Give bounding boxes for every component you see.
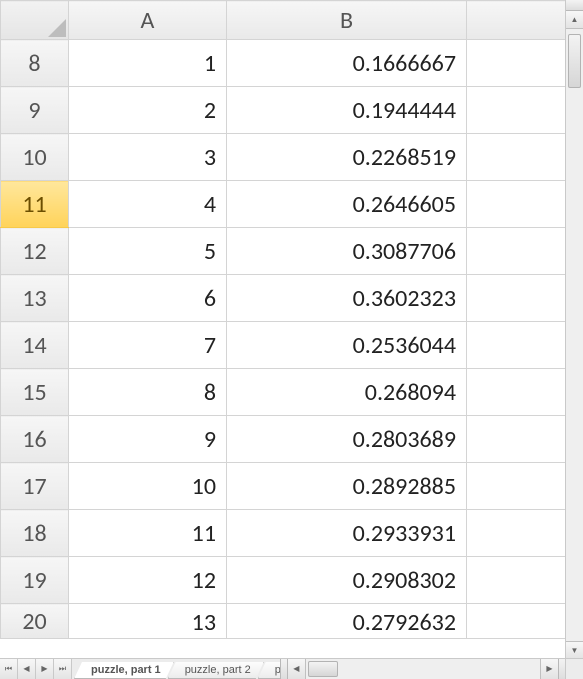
sheet-tabs: puzzle, part 1 puzzle, part 2 p — [72, 659, 280, 679]
cell-A20[interactable]: 13 — [69, 604, 227, 639]
cell-B9[interactable]: 0.1944444 — [227, 87, 467, 134]
cell-B16[interactable]: 0.2803689 — [227, 416, 467, 463]
row-header-20[interactable]: 20 — [1, 604, 69, 639]
scroll-down-button[interactable]: ▼ — [566, 641, 583, 659]
col-header-A[interactable]: A — [69, 1, 227, 40]
nav-first-icon: ⏮ — [5, 665, 12, 673]
cell-A11[interactable]: 4 — [69, 181, 227, 228]
tab-nav-next[interactable]: ▶ — [36, 659, 54, 679]
scroll-up-button[interactable]: ▲ — [566, 11, 583, 29]
scroll-corner — [565, 659, 583, 679]
cell-B8[interactable]: 0.1666667 — [227, 40, 467, 87]
row-header-17[interactable]: 17 — [1, 463, 69, 510]
cell-C19[interactable] — [467, 557, 567, 604]
triangle-right-icon: ▶ — [546, 665, 552, 673]
col-header-B[interactable]: B — [227, 1, 467, 40]
cell-A15[interactable]: 8 — [69, 369, 227, 416]
cell-B20[interactable]: 0.2792632 — [227, 604, 467, 639]
vertical-scroll-thumb[interactable] — [568, 34, 581, 88]
scroll-right-button[interactable]: ▶ — [540, 659, 558, 679]
col-header-partial[interactable] — [467, 1, 567, 40]
cell-A8[interactable]: 1 — [69, 40, 227, 87]
triangle-down-icon: ▼ — [571, 647, 579, 655]
row-header-14[interactable]: 14 — [1, 322, 69, 369]
cell-C18[interactable] — [467, 510, 567, 557]
cell-B11[interactable]: 0.2646605 — [227, 181, 467, 228]
tab-nav-last[interactable]: ⏭ — [54, 659, 72, 679]
row-header-9[interactable]: 9 — [1, 87, 69, 134]
horizontal-scroll-track[interactable] — [306, 659, 540, 679]
cell-A16[interactable]: 9 — [69, 416, 227, 463]
cell-C17[interactable] — [467, 463, 567, 510]
cell-B10[interactable]: 0.2268519 — [227, 134, 467, 181]
cell-B15[interactable]: 0.268094 — [227, 369, 467, 416]
cell-C20[interactable] — [467, 604, 567, 639]
vertical-scrollbar[interactable]: ▲ ▼ — [565, 0, 583, 659]
tab-nav-prev[interactable]: ◀ — [18, 659, 36, 679]
cell-A14[interactable]: 7 — [69, 322, 227, 369]
row-header-11[interactable]: 11 — [1, 181, 69, 228]
cell-B14[interactable]: 0.2536044 — [227, 322, 467, 369]
cell-B13[interactable]: 0.3602323 — [227, 275, 467, 322]
cell-A10[interactable]: 3 — [69, 134, 227, 181]
horizontal-split-handle[interactable] — [558, 659, 565, 679]
cell-B12[interactable]: 0.3087706 — [227, 228, 467, 275]
cell-C15[interactable] — [467, 369, 567, 416]
row-header-13[interactable]: 13 — [1, 275, 69, 322]
row-header-12[interactable]: 12 — [1, 228, 69, 275]
sheet-tab-nav: ⏮ ◀ ▶ ⏭ — [0, 659, 72, 679]
row-header-15[interactable]: 15 — [1, 369, 69, 416]
select-all-triangle-icon — [48, 19, 66, 37]
row-header-16[interactable]: 16 — [1, 416, 69, 463]
row-header-18[interactable]: 18 — [1, 510, 69, 557]
cell-C13[interactable] — [467, 275, 567, 322]
spreadsheet-grid: A B 810.1666667920.19444441030.226851911… — [0, 0, 567, 639]
cell-C10[interactable] — [467, 134, 567, 181]
cell-C11[interactable] — [467, 181, 567, 228]
cell-C12[interactable] — [467, 228, 567, 275]
cell-A13[interactable]: 6 — [69, 275, 227, 322]
row-header-10[interactable]: 10 — [1, 134, 69, 181]
cell-C8[interactable] — [467, 40, 567, 87]
select-all-corner[interactable] — [1, 1, 69, 40]
horizontal-scrollbar[interactable]: ◀ ▶ — [288, 659, 558, 679]
nav-prev-icon: ◀ — [23, 665, 29, 673]
scroll-left-button[interactable]: ◀ — [288, 659, 306, 679]
cell-C16[interactable] — [467, 416, 567, 463]
nav-next-icon: ▶ — [41, 665, 47, 673]
cell-C9[interactable] — [467, 87, 567, 134]
cell-A18[interactable]: 11 — [69, 510, 227, 557]
row-header-19[interactable]: 19 — [1, 557, 69, 604]
vertical-split-handle[interactable] — [566, 0, 583, 11]
cell-B18[interactable]: 0.2933931 — [227, 510, 467, 557]
triangle-left-icon: ◀ — [293, 665, 299, 673]
cell-B19[interactable]: 0.2908302 — [227, 557, 467, 604]
row-header-8[interactable]: 8 — [1, 40, 69, 87]
cell-B17[interactable]: 0.2892885 — [227, 463, 467, 510]
cell-A19[interactable]: 12 — [69, 557, 227, 604]
nav-last-icon: ⏭ — [59, 665, 66, 673]
cell-A17[interactable]: 10 — [69, 463, 227, 510]
tab-nav-first[interactable]: ⏮ — [0, 659, 18, 679]
tab-scroll-split-handle[interactable] — [280, 659, 288, 679]
cell-A12[interactable]: 5 — [69, 228, 227, 275]
horizontal-scroll-thumb[interactable] — [308, 661, 338, 677]
cell-A9[interactable]: 2 — [69, 87, 227, 134]
cell-C14[interactable] — [467, 322, 567, 369]
triangle-up-icon: ▲ — [571, 16, 579, 24]
sheet-tab-2[interactable]: puzzle, part 2 — [168, 662, 264, 679]
sheet-tab-1[interactable]: puzzle, part 1 — [74, 662, 174, 679]
